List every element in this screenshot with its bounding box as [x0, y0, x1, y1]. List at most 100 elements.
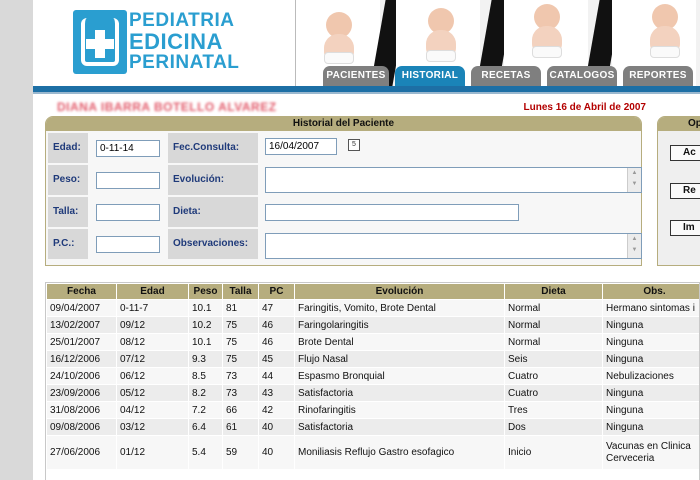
imprimir-button[interactable]: Im: [670, 220, 700, 236]
table-header-row: Fecha Edad Peso Talla PC Evolución Dieta…: [46, 283, 699, 300]
table-row[interactable]: 25/01/2007 08/12 10.1 75 46 Brote Dental…: [46, 333, 699, 351]
current-date: Lunes 16 de Abril de 2007: [523, 102, 646, 113]
cell-edad: 07/12: [116, 350, 189, 368]
observaciones-textarea[interactable]: ▲ ▼: [265, 233, 642, 259]
col-edad[interactable]: Edad: [116, 283, 189, 300]
app-frame: PEDIATRIA EDICINA PERINATAL PACIENTES HI…: [33, 0, 700, 480]
cell-talla: 61: [222, 418, 259, 436]
cell-edad: 04/12: [116, 401, 189, 419]
options-panel: Op Ac Re Im: [657, 116, 700, 266]
cell-obs: Ninguna: [602, 384, 699, 402]
evolucion-textarea[interactable]: ▲ ▼: [265, 167, 642, 193]
edad-input[interactable]: [96, 140, 160, 157]
cell-evolucion: Satisfactoria: [294, 384, 505, 402]
cell-fecha: 13/02/2007: [46, 316, 117, 334]
col-peso[interactable]: Peso: [188, 283, 223, 300]
tab-recetas[interactable]: RECETAS: [471, 66, 541, 86]
col-evolucion[interactable]: Evolución: [294, 283, 505, 300]
header-divider-secondary: [33, 92, 700, 94]
cell-obs: Ninguna: [602, 350, 699, 368]
cell-edad: 01/12: [116, 435, 189, 470]
cell-peso: 6.4: [188, 418, 223, 436]
scrollbar[interactable]: ▲ ▼: [627, 234, 641, 258]
cell-edad: 0-11-7: [116, 299, 189, 317]
cell-peso: 10.2: [188, 316, 223, 334]
evolucion-label: Evolución:: [168, 165, 258, 195]
table-row[interactable]: 23/09/2006 05/12 8.2 73 43 Satisfactoria…: [46, 384, 699, 402]
table-row[interactable]: 09/08/2006 03/12 6.4 61 40 Satisfactoria…: [46, 418, 699, 436]
cell-fecha: 27/06/2006: [46, 435, 117, 470]
tab-historial[interactable]: HISTORIAL: [395, 66, 465, 86]
dieta-label: Dieta:: [168, 197, 258, 227]
cell-fecha: 09/08/2006: [46, 418, 117, 436]
cell-peso: 8.5: [188, 367, 223, 385]
tab-pacientes[interactable]: PACIENTES: [323, 66, 389, 86]
cell-obs: Nebulizaciones: [602, 367, 699, 385]
tab-reportes[interactable]: REPORTES: [623, 66, 693, 86]
cell-fecha: 31/08/2006: [46, 401, 117, 419]
dieta-input[interactable]: [265, 204, 519, 221]
scrollbar[interactable]: ▲ ▼: [627, 168, 641, 192]
cell-pc: 40: [258, 418, 295, 436]
observaciones-label: Observaciones:: [168, 229, 258, 259]
history-table-container: Fecha Edad Peso Talla PC Evolución Dieta…: [45, 282, 700, 480]
cell-talla: 73: [222, 384, 259, 402]
table-row[interactable]: 31/08/2006 04/12 7.2 66 42 Rinofaringiti…: [46, 401, 699, 419]
cell-talla: 73: [222, 367, 259, 385]
table-row[interactable]: 27/06/2006 01/12 5.4 59 40 Moniliasis Re…: [46, 435, 699, 470]
cell-pc: 46: [258, 316, 295, 334]
fec-consulta-input[interactable]: [265, 138, 337, 155]
table-row[interactable]: 24/10/2006 06/12 8.5 73 44 Espasmo Bronq…: [46, 367, 699, 385]
cell-evolucion: Moniliasis Reflujo Gastro esofagico: [294, 435, 505, 470]
col-pc[interactable]: PC: [258, 283, 295, 300]
logo-line-1: PEDIATRIA: [129, 10, 235, 31]
logo-line-2: EDICINA: [129, 29, 223, 54]
panel-title: Historial del Paciente: [46, 117, 641, 131]
cell-pc: 44: [258, 367, 295, 385]
cell-evolucion: Rinofaringitis: [294, 401, 505, 419]
cell-dieta: Seis: [504, 350, 603, 368]
cell-obs: Ninguna: [602, 333, 699, 351]
cell-evolucion: Brote Dental: [294, 333, 505, 351]
cell-obs: Ninguna: [602, 418, 699, 436]
cell-evolucion: Faringitis, Vomito, Brote Dental: [294, 299, 505, 317]
col-talla[interactable]: Talla: [222, 283, 259, 300]
talla-label: Talla:: [48, 197, 88, 227]
history-table: Fecha Edad Peso Talla PC Evolución Dieta…: [46, 283, 699, 470]
table-row[interactable]: 13/02/2007 09/12 10.2 75 46 Faringolarin…: [46, 316, 699, 334]
cell-peso: 7.2: [188, 401, 223, 419]
cell-evolucion: Faringolaringitis: [294, 316, 505, 334]
cell-talla: 75: [222, 350, 259, 368]
col-obs[interactable]: Obs.: [602, 283, 699, 300]
col-fecha[interactable]: Fecha: [46, 283, 117, 300]
talla-input[interactable]: [96, 204, 160, 221]
main-tabs: PACIENTES HISTORIAL RECETAS CATALOGOS RE…: [33, 66, 700, 86]
historial-panel: Historial del Paciente Edad: Peso: Talla…: [45, 116, 642, 266]
table-row[interactable]: 16/12/2006 07/12 9.3 75 45 Flujo Nasal S…: [46, 350, 699, 368]
cell-pc: 46: [258, 333, 295, 351]
calendar-icon[interactable]: 5: [348, 139, 360, 151]
edad-label: Edad:: [48, 133, 88, 163]
cell-dieta: Normal: [504, 299, 603, 317]
table-row[interactable]: 09/04/2007 0-11-7 10.1 81 47 Faringitis,…: [46, 299, 699, 317]
cell-evolucion: Flujo Nasal: [294, 350, 505, 368]
pc-input[interactable]: [96, 236, 160, 253]
patient-name: DIANA IBARRA BOTELLO ALVAREZ: [57, 100, 277, 114]
logo-icon: [73, 10, 127, 74]
pc-label: P.C.:: [48, 229, 88, 259]
tab-catalogos[interactable]: CATALOGOS: [547, 66, 617, 86]
cell-fecha: 09/04/2007: [46, 299, 117, 317]
cell-dieta: Cuatro: [504, 384, 603, 402]
cell-obs: Vacunas en Clinica Cerveceria: [602, 435, 699, 470]
peso-input[interactable]: [96, 172, 160, 189]
cell-fecha: 16/12/2006: [46, 350, 117, 368]
actualizar-button[interactable]: Ac: [670, 145, 700, 161]
options-title: Op: [658, 117, 700, 131]
cell-evolucion: Satisfactoria: [294, 418, 505, 436]
registrar-button[interactable]: Re: [670, 183, 700, 199]
logo-text: PEDIATRIA EDICINA PERINATAL: [129, 10, 239, 73]
cell-peso: 9.3: [188, 350, 223, 368]
cell-peso: 8.2: [188, 384, 223, 402]
cell-edad: 09/12: [116, 316, 189, 334]
col-dieta[interactable]: Dieta: [504, 283, 603, 300]
